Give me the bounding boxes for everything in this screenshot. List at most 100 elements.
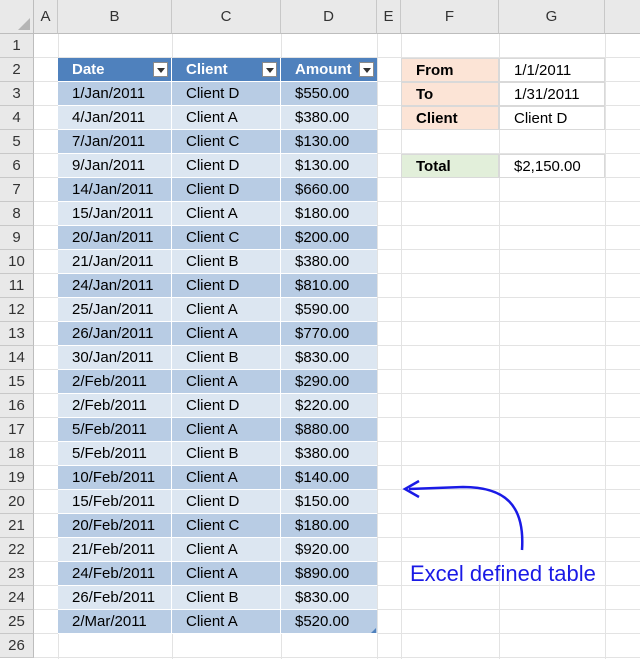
row-header[interactable]: 12 — [0, 298, 34, 322]
column-header-e[interactable]: E — [377, 0, 401, 34]
row-header[interactable]: 22 — [0, 538, 34, 562]
table-cell-client[interactable]: Client B — [172, 442, 281, 466]
row-header[interactable]: 10 — [0, 250, 34, 274]
row-header[interactable]: 1 — [0, 34, 34, 58]
table-cell-client[interactable]: Client A — [172, 610, 281, 634]
table-cell-amount[interactable]: $130.00 — [281, 130, 377, 154]
table-cell-date[interactable]: 4/Jan/2011 — [58, 106, 172, 130]
row-header[interactable]: 20 — [0, 490, 34, 514]
filter-dropdown-icon[interactable] — [359, 62, 374, 77]
table-cell-date[interactable]: 20/Feb/2011 — [58, 514, 172, 538]
table-cell-client[interactable]: Client D — [172, 274, 281, 298]
table-cell-date[interactable]: 15/Jan/2011 — [58, 202, 172, 226]
table-cell-date[interactable]: 21/Feb/2011 — [58, 538, 172, 562]
table-cell-client[interactable]: Client A — [172, 106, 281, 130]
row-header[interactable]: 2 — [0, 58, 34, 82]
table-cell-date[interactable]: 26/Jan/2011 — [58, 322, 172, 346]
table-header-date[interactable]: Date — [58, 58, 172, 82]
table-cell-amount[interactable]: $520.00 — [281, 610, 377, 634]
table-header-amount[interactable]: Amount — [281, 58, 377, 82]
table-cell-client[interactable]: Client A — [172, 370, 281, 394]
table-cell-date[interactable]: 2/Feb/2011 — [58, 370, 172, 394]
row-header[interactable]: 24 — [0, 586, 34, 610]
table-cell-date[interactable]: 30/Jan/2011 — [58, 346, 172, 370]
table-cell-date[interactable]: 26/Feb/2011 — [58, 586, 172, 610]
table-cell-client[interactable]: Client A — [172, 538, 281, 562]
table-cell-client[interactable]: Client A — [172, 562, 281, 586]
table-cell-date[interactable]: 15/Feb/2011 — [58, 490, 172, 514]
row-header[interactable]: 11 — [0, 274, 34, 298]
filter-dropdown-icon[interactable] — [153, 62, 168, 77]
table-cell-client[interactable]: Client D — [172, 154, 281, 178]
table-cell-amount[interactable]: $290.00 — [281, 370, 377, 394]
table-cell-amount[interactable]: $380.00 — [281, 250, 377, 274]
table-cell-client[interactable]: Client C — [172, 226, 281, 250]
column-header-b[interactable]: B — [58, 0, 172, 34]
table-cell-date[interactable]: 7/Jan/2011 — [58, 130, 172, 154]
table-cell-client[interactable]: Client D — [172, 394, 281, 418]
to-value-cell[interactable]: 1/31/2011 — [499, 82, 605, 106]
row-header[interactable]: 15 — [0, 370, 34, 394]
row-header[interactable]: 9 — [0, 226, 34, 250]
table-cell-date[interactable]: 2/Mar/2011 — [58, 610, 172, 634]
table-cell-amount[interactable]: $380.00 — [281, 442, 377, 466]
row-header[interactable]: 14 — [0, 346, 34, 370]
column-header-f[interactable]: F — [401, 0, 499, 34]
table-cell-amount[interactable]: $200.00 — [281, 226, 377, 250]
table-cell-date[interactable]: 14/Jan/2011 — [58, 178, 172, 202]
table-cell-amount[interactable]: $220.00 — [281, 394, 377, 418]
row-header[interactable]: 17 — [0, 418, 34, 442]
table-cell-client[interactable]: Client A — [172, 298, 281, 322]
table-cell-date[interactable]: 2/Feb/2011 — [58, 394, 172, 418]
table-cell-client[interactable]: Client B — [172, 586, 281, 610]
table-cell-date[interactable]: 10/Feb/2011 — [58, 466, 172, 490]
table-cell-amount[interactable]: $920.00 — [281, 538, 377, 562]
table-cell-date[interactable]: 5/Feb/2011 — [58, 442, 172, 466]
table-cell-client[interactable]: Client A — [172, 202, 281, 226]
table-cell-amount[interactable]: $180.00 — [281, 514, 377, 538]
table-cell-date[interactable]: 5/Feb/2011 — [58, 418, 172, 442]
table-cell-date[interactable]: 20/Jan/2011 — [58, 226, 172, 250]
row-header[interactable]: 7 — [0, 178, 34, 202]
table-cell-date[interactable]: 9/Jan/2011 — [58, 154, 172, 178]
table-cell-client[interactable]: Client C — [172, 130, 281, 154]
row-header[interactable]: 16 — [0, 394, 34, 418]
filter-dropdown-icon[interactable] — [262, 62, 277, 77]
row-header[interactable]: 4 — [0, 106, 34, 130]
table-cell-client[interactable]: Client D — [172, 490, 281, 514]
table-cell-client[interactable]: Client C — [172, 514, 281, 538]
row-header[interactable]: 5 — [0, 130, 34, 154]
table-cell-client[interactable]: Client B — [172, 250, 281, 274]
row-header[interactable]: 26 — [0, 634, 34, 658]
column-header-a[interactable]: A — [34, 0, 58, 34]
row-header[interactable]: 3 — [0, 82, 34, 106]
table-cell-date[interactable]: 24/Jan/2011 — [58, 274, 172, 298]
table-cell-client[interactable]: Client A — [172, 322, 281, 346]
table-cell-date[interactable]: 1/Jan/2011 — [58, 82, 172, 106]
row-header[interactable]: 25 — [0, 610, 34, 634]
row-header[interactable]: 18 — [0, 442, 34, 466]
table-cell-amount[interactable]: $660.00 — [281, 178, 377, 202]
table-cell-amount[interactable]: $590.00 — [281, 298, 377, 322]
row-header[interactable]: 6 — [0, 154, 34, 178]
column-header-g[interactable]: G — [499, 0, 605, 34]
table-cell-amount[interactable]: $180.00 — [281, 202, 377, 226]
table-cell-amount[interactable]: $810.00 — [281, 274, 377, 298]
table-cell-amount[interactable]: $380.00 — [281, 106, 377, 130]
from-value-cell[interactable]: 1/1/2011 — [499, 58, 605, 82]
table-cell-amount[interactable]: $550.00 — [281, 82, 377, 106]
table-cell-amount[interactable]: $880.00 — [281, 418, 377, 442]
table-cell-amount[interactable]: $150.00 — [281, 490, 377, 514]
row-header[interactable]: 13 — [0, 322, 34, 346]
table-cell-date[interactable]: 25/Jan/2011 — [58, 298, 172, 322]
table-cell-amount[interactable]: $890.00 — [281, 562, 377, 586]
table-cell-amount[interactable]: $140.00 — [281, 466, 377, 490]
table-header-client[interactable]: Client — [172, 58, 281, 82]
client-value-cell[interactable]: Client D — [499, 106, 605, 130]
column-header-h[interactable] — [605, 0, 640, 34]
total-value-cell[interactable]: $2,150.00 — [499, 154, 605, 178]
row-header[interactable]: 21 — [0, 514, 34, 538]
table-cell-amount[interactable]: $130.00 — [281, 154, 377, 178]
table-cell-client[interactable]: Client D — [172, 82, 281, 106]
table-resize-handle-icon[interactable] — [371, 628, 376, 633]
